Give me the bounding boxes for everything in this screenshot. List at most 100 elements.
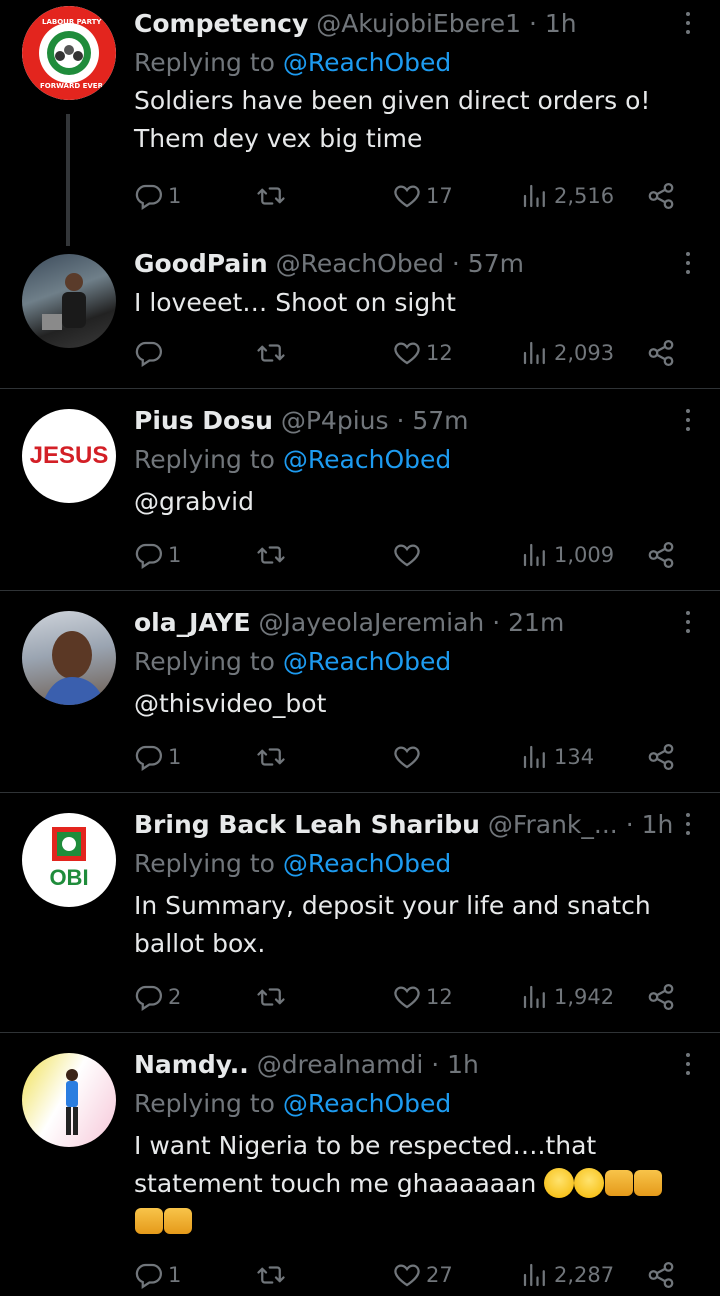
tweet-mention[interactable]: @grabvid — [134, 483, 684, 521]
reply-button[interactable]: 1 — [134, 737, 181, 777]
timestamp[interactable]: · 57m — [396, 406, 468, 435]
share-button[interactable] — [646, 977, 676, 1017]
thread-line — [66, 114, 70, 246]
like-icon — [392, 338, 422, 368]
user-handle[interactable]: @Frank_... — [488, 810, 618, 839]
reply-button[interactable]: 1 — [134, 1255, 181, 1295]
reply-button[interactable]: 1 — [134, 535, 181, 575]
views-button[interactable]: 2,287 — [520, 1255, 614, 1295]
views-button[interactable]: 2,516 — [520, 176, 614, 216]
more-icon[interactable] — [684, 1053, 692, 1079]
like-icon — [392, 742, 422, 772]
tweet-2[interactable]: GoodPain @ReachObed · 57m I loveeet… Sho… — [0, 249, 720, 388]
tweet-mention[interactable]: @thisvideo_bot — [134, 685, 684, 723]
user-handle[interactable]: @AkujobiEbere1 — [316, 9, 521, 38]
views-button[interactable]: 2,093 — [520, 333, 614, 373]
avatar-man-standing-photo[interactable] — [22, 1053, 116, 1147]
more-icon[interactable] — [684, 12, 692, 38]
user-handle[interactable]: @drealnamdi — [257, 1050, 424, 1079]
like-button[interactable] — [392, 535, 422, 575]
tweet-header: Bring Back Leah Sharibu @Frank_... · 1h — [134, 805, 684, 845]
share-button[interactable] — [646, 333, 676, 373]
retweet-button[interactable] — [256, 737, 286, 777]
retweet-button[interactable] — [256, 535, 286, 575]
views-button[interactable]: 1,009 — [520, 535, 614, 575]
more-icon[interactable] — [684, 813, 692, 839]
tweet-6[interactable]: Namdy.. @drealnamdi · 1h Replying to @Re… — [0, 1033, 720, 1296]
raising-hands-icon — [135, 1208, 163, 1234]
share-button[interactable] — [646, 176, 676, 216]
retweet-button[interactable] — [256, 333, 286, 373]
like-count: 12 — [426, 341, 453, 365]
replying-mention[interactable]: @ReachObed — [283, 445, 451, 474]
display-name[interactable]: Bring Back Leah Sharibu — [134, 810, 480, 839]
avatar-labour-party-logo[interactable]: LABOUR PARTY FORWARD EVER — [22, 6, 116, 100]
timestamp[interactable]: · 21m — [492, 608, 564, 637]
tweet-text-line: In Summary, deposit your life and snatch — [134, 891, 651, 920]
replying-mention[interactable]: @ReachObed — [283, 1089, 451, 1118]
tweet-header: Namdy.. @drealnamdi · 1h — [134, 1045, 684, 1085]
like-icon — [392, 982, 422, 1012]
replying-to: Replying to @ReachObed — [134, 643, 684, 681]
retweet-icon — [256, 181, 286, 211]
share-button[interactable] — [646, 535, 676, 575]
retweet-button[interactable] — [256, 176, 286, 216]
user-handle[interactable]: @P4pius — [281, 406, 389, 435]
share-button[interactable] — [646, 737, 676, 777]
user-handle[interactable]: @JayeolaJeremiah — [259, 608, 485, 637]
replying-label: Replying to — [134, 48, 275, 77]
display-name[interactable]: GoodPain — [134, 249, 268, 278]
smiling-tear-face-icon — [574, 1168, 605, 1198]
timestamp[interactable]: · 1h — [626, 810, 674, 839]
tweet-1[interactable]: LABOUR PARTY FORWARD EVER Competency @Ak… — [0, 0, 720, 250]
display-name[interactable]: ola_JAYE — [134, 608, 251, 637]
display-name[interactable]: Pius Dosu — [134, 406, 273, 435]
views-button[interactable]: 134 — [520, 737, 594, 777]
reply-button[interactable]: 2 — [134, 977, 181, 1017]
more-icon[interactable] — [684, 409, 692, 435]
avatar-man-photo[interactable] — [22, 254, 116, 348]
display-name[interactable]: Competency — [134, 9, 308, 38]
views-icon — [520, 181, 550, 211]
like-button[interactable]: 17 — [392, 176, 453, 216]
view-count: 2,287 — [554, 1263, 615, 1287]
timestamp[interactable]: · 1h — [529, 9, 577, 38]
like-count: 12 — [426, 985, 453, 1009]
display-name[interactable]: Namdy.. — [134, 1050, 249, 1079]
tweet-4[interactable]: ola_JAYE @JayeolaJeremiah · 21m Replying… — [0, 591, 720, 792]
view-count: 2,516 — [554, 184, 615, 208]
replying-mention[interactable]: @ReachObed — [283, 48, 451, 77]
like-button[interactable]: 12 — [392, 977, 453, 1017]
tweet-3[interactable]: JESUS Pius Dosu @P4pius · 57m Replying t… — [0, 389, 720, 590]
tweet-5[interactable]: OBI Bring Back Leah Sharibu @Frank_... ·… — [0, 793, 720, 1032]
avatar-obi-logo[interactable]: OBI — [22, 813, 116, 907]
replying-mention[interactable]: @ReachObed — [283, 647, 451, 676]
user-handle[interactable]: @ReachObed — [276, 249, 444, 278]
avatar-man-selfie[interactable] — [22, 611, 116, 705]
timestamp[interactable]: · 1h — [431, 1050, 479, 1079]
share-button[interactable] — [646, 1255, 676, 1295]
views-icon — [520, 540, 550, 570]
like-button[interactable] — [392, 737, 422, 777]
more-icon[interactable] — [684, 611, 692, 637]
tweet-text: In Summary, deposit your life and snatch… — [134, 887, 684, 963]
like-button[interactable]: 27 — [392, 1255, 453, 1295]
reply-count: 2 — [168, 985, 182, 1009]
action-bar: 1 27 2,287 — [134, 1255, 694, 1295]
reply-count: 1 — [168, 184, 182, 208]
retweet-button[interactable] — [256, 1255, 286, 1295]
reply-count: 1 — [168, 1263, 182, 1287]
views-icon — [520, 1260, 550, 1290]
more-icon[interactable] — [684, 252, 692, 278]
replying-mention[interactable]: @ReachObed — [283, 849, 451, 878]
views-button[interactable]: 1,942 — [520, 977, 614, 1017]
reply-button[interactable]: 1 — [134, 176, 181, 216]
retweet-button[interactable] — [256, 977, 286, 1017]
timestamp[interactable]: · 57m — [452, 249, 524, 278]
avatar-jesus-logo[interactable]: JESUS — [22, 409, 116, 503]
replying-to: Replying to @ReachObed — [134, 1085, 684, 1123]
like-button[interactable]: 12 — [392, 333, 453, 373]
reply-button[interactable] — [134, 333, 164, 373]
replying-label: Replying to — [134, 849, 275, 878]
share-icon — [646, 181, 676, 211]
